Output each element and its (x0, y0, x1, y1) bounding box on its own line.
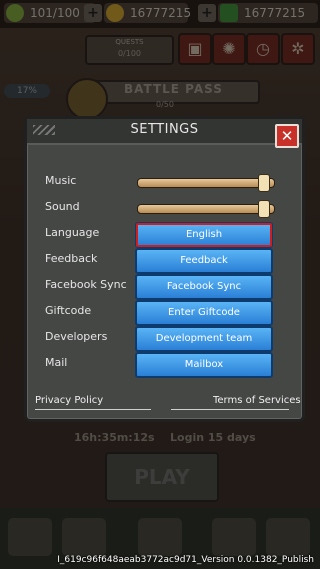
mailbox-button[interactable]: Mailbox (135, 352, 273, 378)
facebook-sync-button[interactable]: Facebook Sync (135, 274, 273, 300)
sound-slider-handle[interactable] (257, 200, 270, 218)
privacy-policy-link[interactable]: Privacy Policy (35, 395, 103, 406)
version-watermark: I_619c96f648aeab3772ac9d71_Version 0.0.1… (57, 555, 314, 565)
enter-giftcode-button[interactable]: Enter Giftcode (135, 300, 273, 326)
feedback-label: Feedback (45, 252, 98, 265)
settings-title: SETTINGS (130, 122, 199, 137)
language-button[interactable]: English (135, 222, 273, 248)
terms-of-services-link[interactable]: Terms of Services (213, 395, 301, 406)
development-team-button[interactable]: Development team (135, 326, 273, 352)
sound-label: Sound (45, 200, 80, 213)
mail-label: Mail (45, 356, 68, 369)
feedback-button[interactable]: Feedback (135, 248, 273, 274)
music-label: Music (45, 174, 77, 187)
close-icon: ✕ (280, 127, 294, 145)
close-button[interactable]: ✕ (275, 124, 299, 148)
sound-slider[interactable] (137, 200, 275, 218)
music-slider-handle[interactable] (257, 174, 270, 192)
settings-dialog: SETTINGS ✕ Music Sound Language English … (24, 116, 305, 422)
language-label: Language (45, 226, 100, 239)
facebook-sync-label: Facebook Sync (45, 278, 127, 291)
giftcode-label: Giftcode (45, 304, 92, 317)
settings-header: SETTINGS (27, 119, 302, 145)
privacy-underline (35, 409, 151, 410)
developers-label: Developers (45, 330, 108, 343)
music-slider[interactable] (137, 174, 275, 192)
terms-underline (171, 409, 289, 410)
